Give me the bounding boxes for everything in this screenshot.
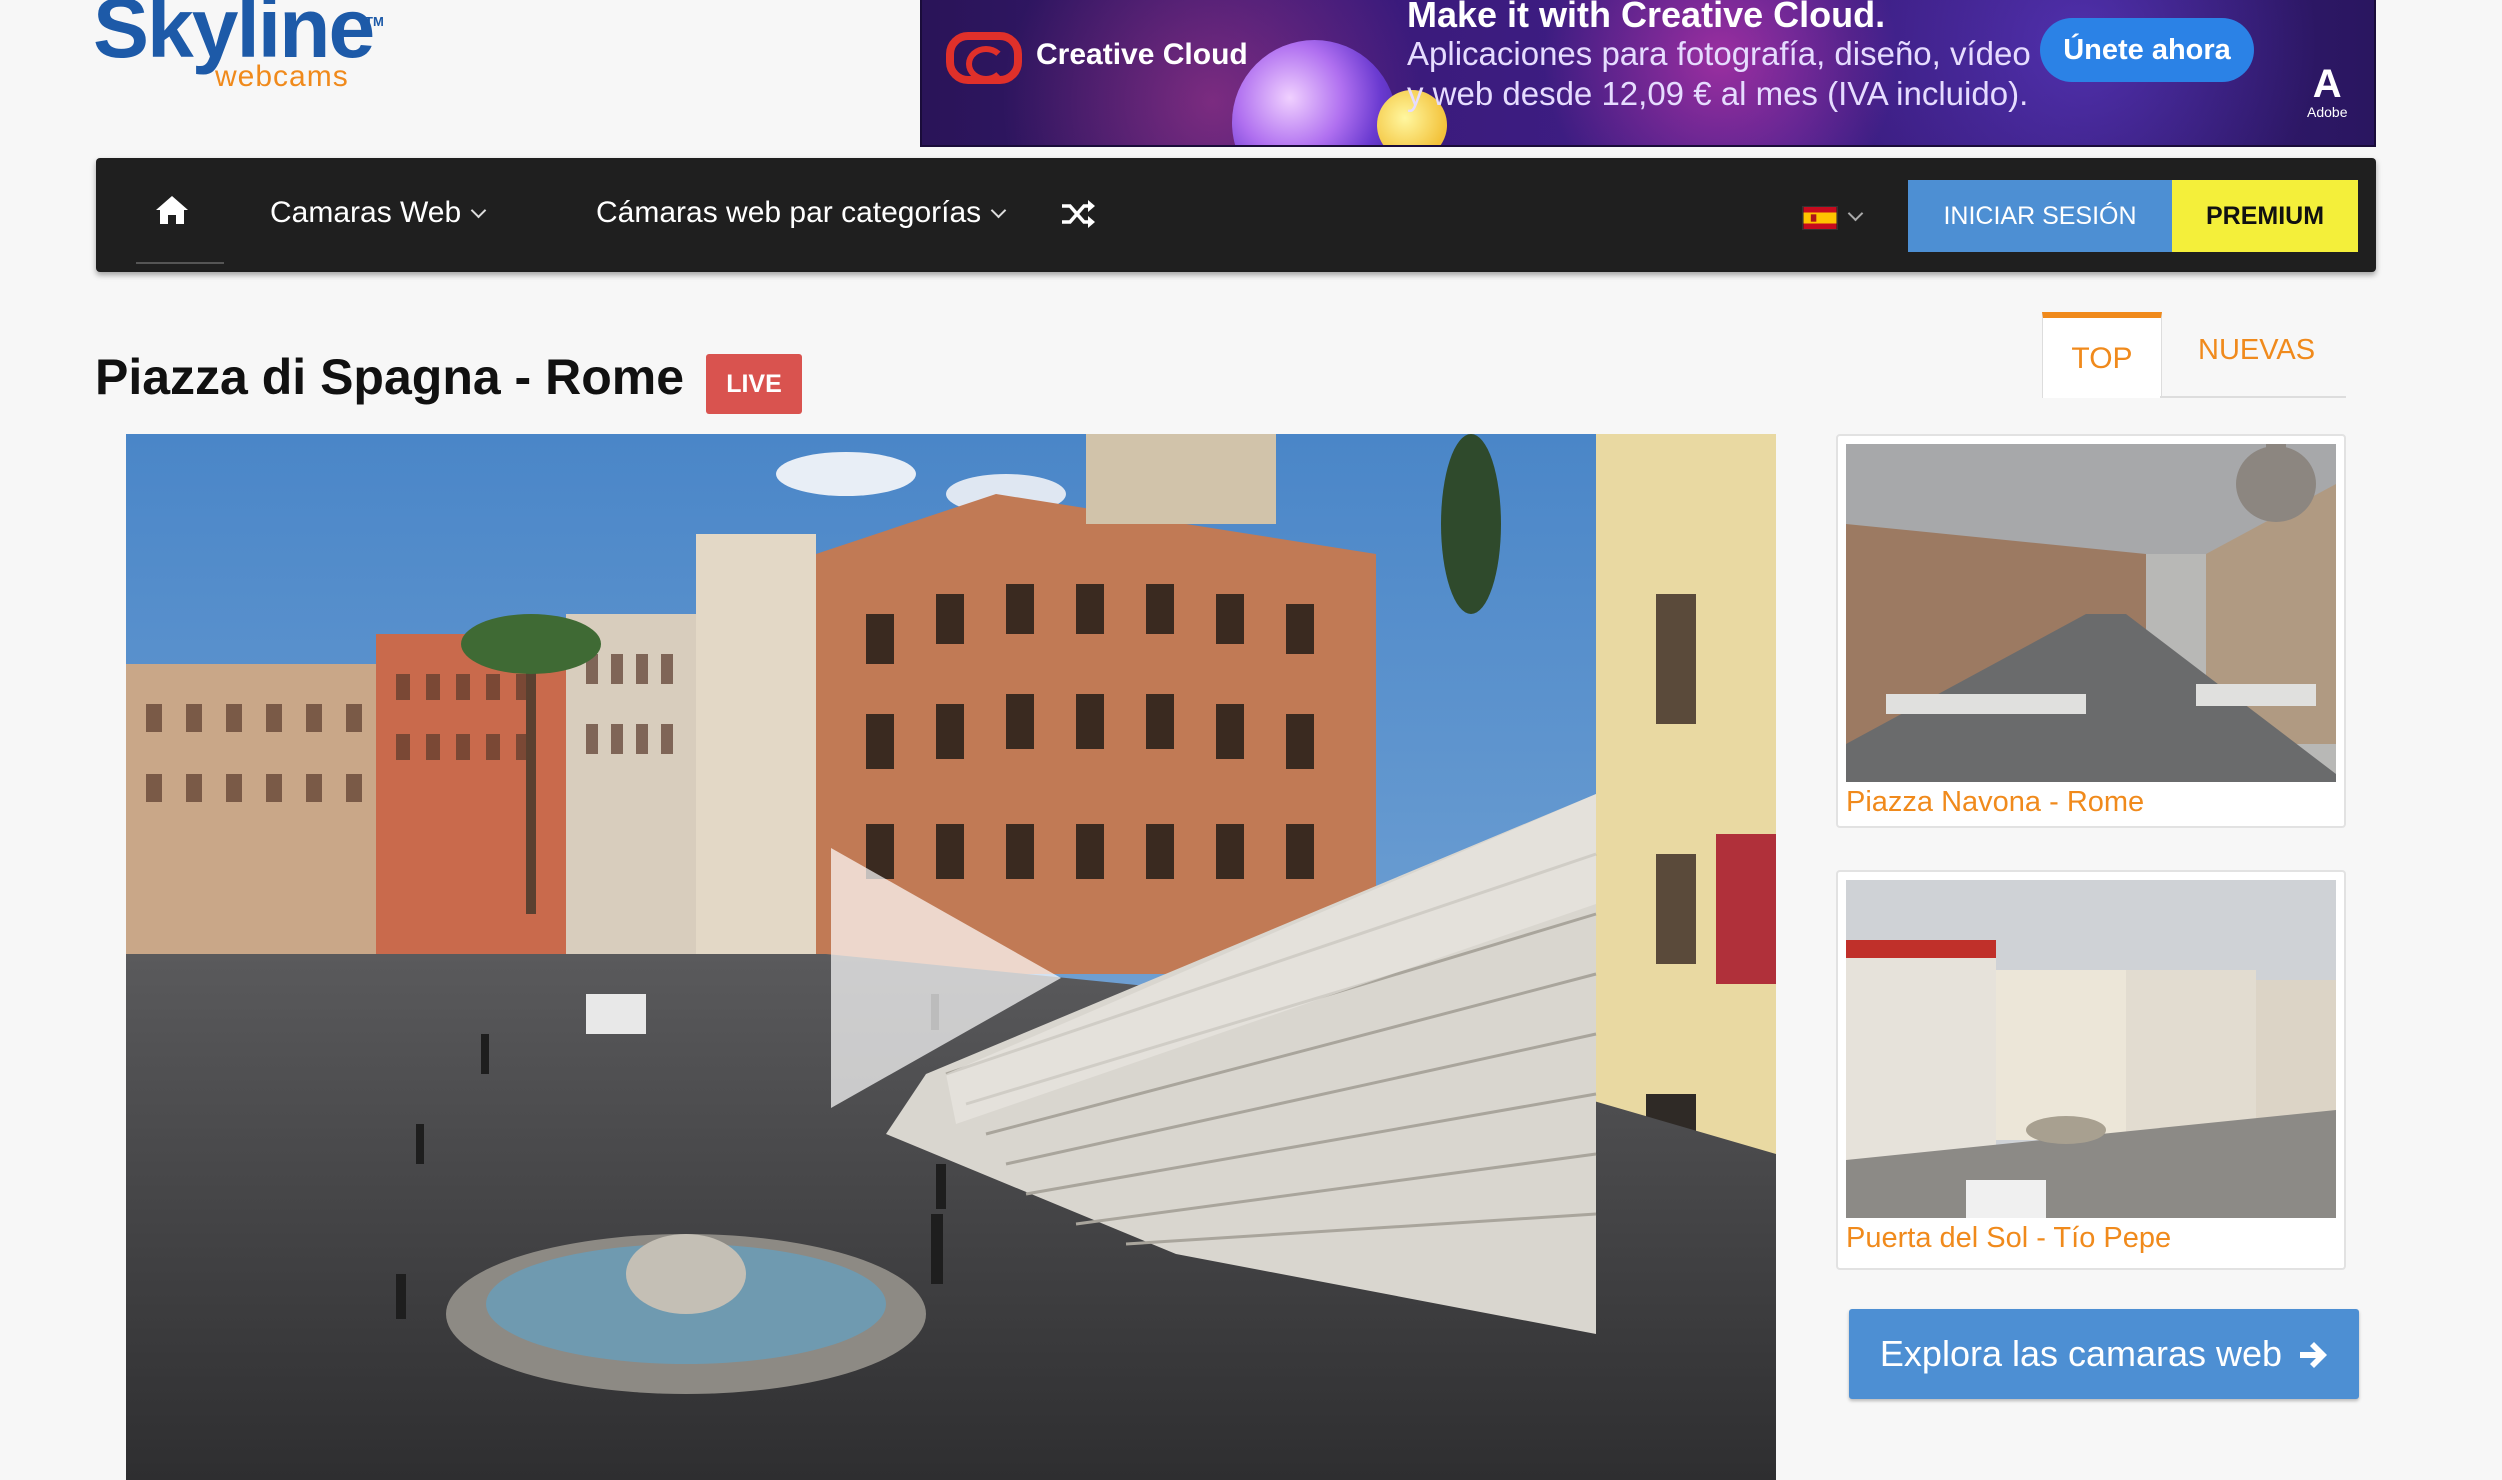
cam-thumbnail[interactable] — [1846, 444, 2336, 782]
nav-categories-dropdown[interactable]: Cámaras web par categorías — [596, 196, 1007, 230]
nav-webcams-dropdown[interactable]: Camaras Web — [270, 196, 487, 230]
creative-cloud-icon — [946, 32, 1022, 84]
cam-tabs: TOP NUEVAS — [2042, 312, 2346, 398]
logo-trademark: TM — [365, 14, 384, 29]
logo-subtitle: webcams — [215, 60, 349, 93]
tabs-divider — [2160, 396, 2346, 398]
ad-body: Aplicaciones para fotografía, diseño, ví… — [1407, 35, 2031, 112]
tab-top[interactable]: TOP — [2042, 312, 2162, 398]
ad-brand: Creative Cloud — [1036, 38, 1248, 71]
adobe-logo: A Adobe — [2307, 64, 2347, 120]
ad-headline: Make it with Creative Cloud. — [1407, 0, 1886, 35]
cam-title-puerta-del-sol[interactable]: Puerta del Sol - Tío Pepe — [1846, 1222, 2171, 1255]
nav-webcams-label: Camaras Web — [270, 196, 462, 229]
adobe-label: Adobe — [2307, 104, 2348, 120]
cam-title-piazza-navona[interactable]: Piazza Navona - Rome — [1846, 786, 2144, 819]
cam-thumbnail[interactable] — [1846, 880, 2336, 1218]
piazza-navona-image — [1846, 444, 2336, 782]
cam-card-piazza-navona[interactable]: Piazza Navona - Rome — [1836, 434, 2346, 828]
chevron-down-icon — [470, 202, 487, 219]
site-logo[interactable]: Skyline TM webcams — [93, 0, 393, 100]
shuffle-icon[interactable] — [1060, 198, 1096, 230]
chevron-down-icon — [990, 202, 1007, 219]
ad-join-button[interactable]: Únete ahora — [2040, 18, 2254, 82]
home-icon[interactable] — [154, 194, 190, 226]
puerta-del-sol-image — [1846, 880, 2336, 1218]
explore-webcams-button[interactable]: Explora las camaras web — [1849, 1309, 2359, 1399]
live-badge: LIVE — [706, 354, 802, 414]
adobe-icon: A — [2312, 62, 2342, 106]
nav-categories-label: Cámaras web par categorías — [596, 196, 982, 229]
main-navbar: Camaras Web Cámaras web par categorías I… — [96, 158, 2376, 272]
play-icon[interactable] — [831, 848, 1061, 1108]
home-active-indicator — [136, 262, 224, 264]
cam-card-puerta-del-sol[interactable]: Puerta del Sol - Tío Pepe — [1836, 870, 2346, 1270]
language-chevron-down-icon[interactable] — [1847, 205, 1864, 222]
explore-label: Explora las camaras web — [1879, 1333, 2283, 1374]
spain-flag-icon[interactable] — [1802, 206, 1838, 230]
tab-new[interactable]: NUEVAS — [2198, 334, 2315, 367]
ad-banner[interactable]: Creative Cloud Make it with Creative Clo… — [920, 0, 2376, 147]
login-button[interactable]: INICIAR SESIÓN — [1908, 180, 2172, 252]
arrow-right-icon — [2300, 1342, 2328, 1368]
premium-button[interactable]: PREMIUM — [2172, 180, 2358, 252]
page-title: Piazza di Spagna - Rome — [95, 349, 685, 405]
